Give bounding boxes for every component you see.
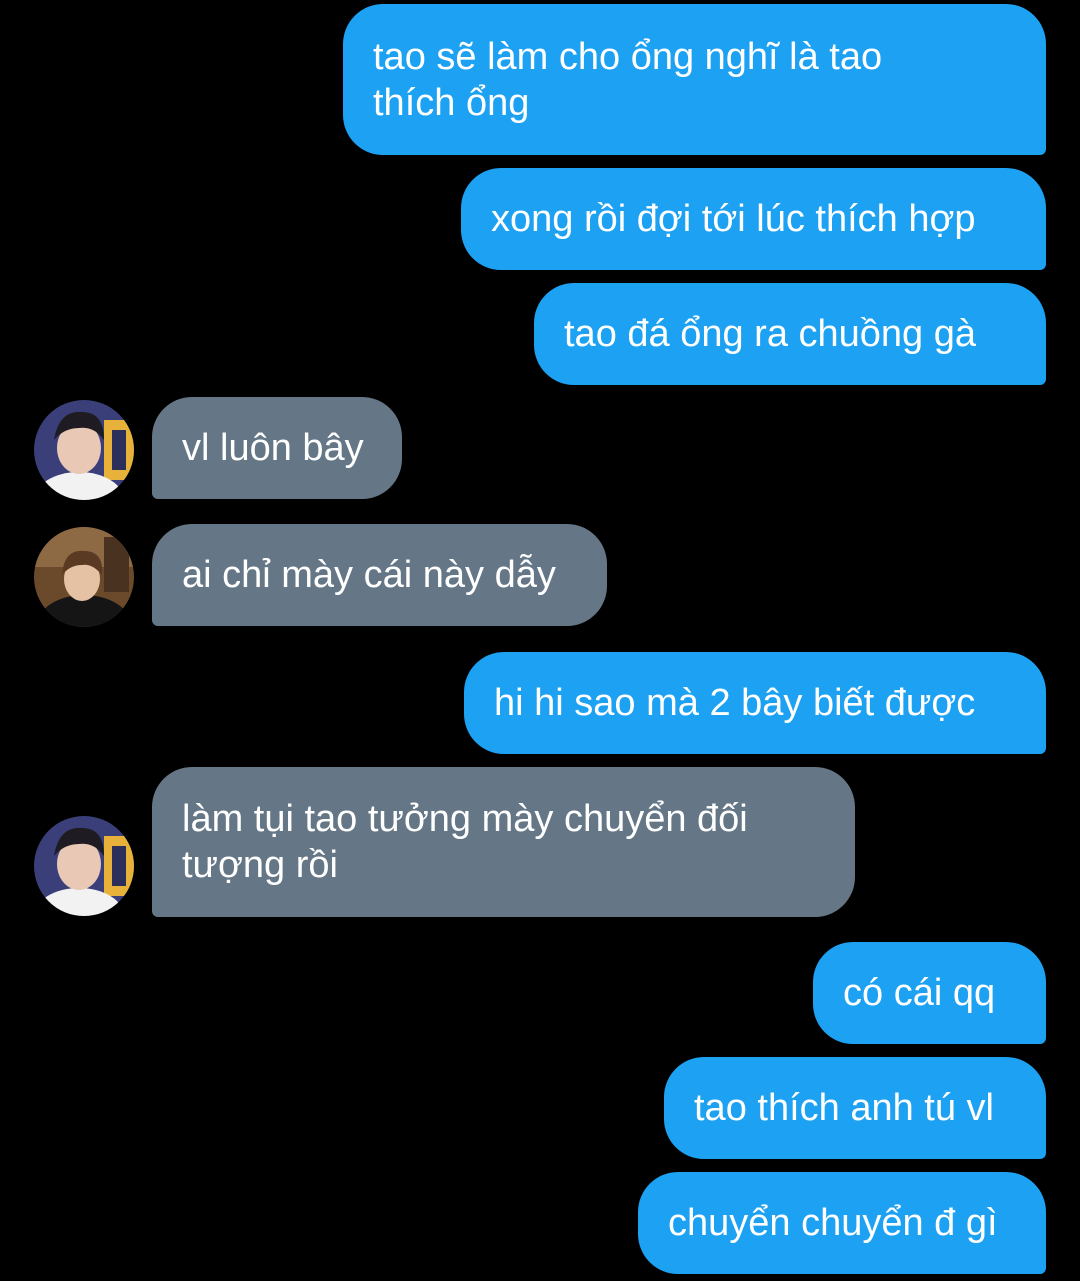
message-text: có cái qq	[843, 972, 996, 1014]
message-bubble-sent[interactable]: tao đá ổng ra chuồng gà	[534, 283, 1046, 385]
avatar[interactable]	[34, 400, 134, 500]
message-text: ai chỉ mày cái này dẫy	[182, 554, 556, 596]
message-bubble-received[interactable]: làm tụi tao tưởng mày chuyển đối tượng r…	[152, 767, 855, 917]
message-text: hi hi sao mà 2 bây biết được	[494, 682, 976, 724]
message-text: xong rồi đợi tới lúc thích hợp	[491, 198, 976, 240]
message-bubble-sent[interactable]: tao sẽ làm cho ổng nghĩ là tao thích ổng	[343, 4, 1046, 155]
message-text: chuyển chuyển đ gì	[668, 1202, 998, 1244]
message-text: làm tụi tao tưởng mày chuyển đối tượng r…	[182, 798, 748, 886]
message-bubble-sent[interactable]: xong rồi đợi tới lúc thích hợp	[461, 168, 1046, 270]
message-bubble-sent[interactable]: tao thích anh tú vl	[664, 1057, 1046, 1159]
message-bubble-received[interactable]: ai chỉ mày cái này dẫy	[152, 524, 607, 626]
avatar-photo-2	[34, 527, 134, 627]
avatar-photo-1	[34, 400, 134, 500]
message-text: vl luôn bây	[182, 427, 364, 469]
message-bubble-sent[interactable]: có cái qq	[813, 942, 1046, 1044]
message-text: tao đá ổng ra chuồng gà	[564, 313, 977, 355]
message-text: tao thích anh tú vl	[694, 1087, 994, 1129]
message-bubble-sent[interactable]: hi hi sao mà 2 bây biết được	[464, 652, 1046, 754]
avatar[interactable]	[34, 816, 134, 916]
message-text: tao sẽ làm cho ổng nghĩ là tao thích ổng	[373, 35, 883, 124]
avatar[interactable]	[34, 527, 134, 627]
avatar-photo-1	[34, 816, 134, 916]
message-bubble-sent[interactable]: chuyển chuyển đ gì	[638, 1172, 1046, 1274]
message-bubble-received[interactable]: vl luôn bây	[152, 397, 402, 499]
